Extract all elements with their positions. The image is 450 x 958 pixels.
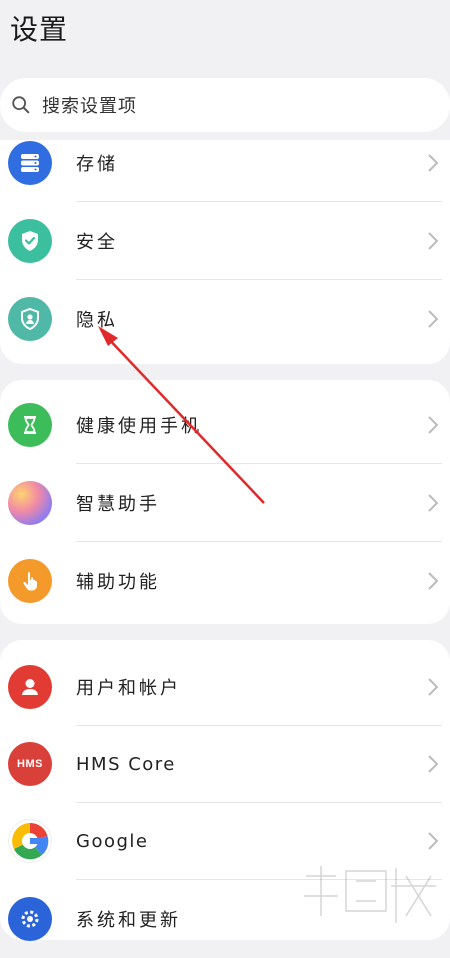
hourglass-icon — [8, 403, 52, 447]
settings-item-users-accounts[interactable]: 用户和帐户 — [0, 648, 450, 726]
settings-item-label: Google — [76, 830, 149, 852]
chevron-right-icon — [428, 416, 439, 434]
chevron-right-icon — [428, 494, 439, 512]
search-icon — [12, 96, 30, 114]
settings-group-2: 健康使用手机 智慧助手 辅助功能 — [0, 380, 450, 624]
settings-item-label: 安全 — [76, 232, 118, 253]
watermark — [304, 866, 436, 923]
settings-item-label: 存储 — [76, 154, 118, 175]
settings-item-label: 隐私 — [76, 310, 118, 331]
hms-badge-text: HMS — [17, 758, 43, 770]
settings-item-hms-core[interactable]: HMS HMS Core — [0, 725, 450, 803]
hms-logo-icon: HMS — [8, 742, 52, 786]
settings-group-1: 存储 安全 隐私 — [0, 140, 450, 364]
search-placeholder: 搜索设置项 — [42, 96, 137, 117]
settings-item-label: HMS Core — [76, 753, 176, 775]
settings-item-label: 智慧助手 — [76, 494, 160, 515]
chevron-right-icon — [428, 755, 439, 773]
settings-item-label: 系统和更新 — [76, 910, 181, 931]
chevron-right-icon — [428, 678, 439, 696]
chevron-right-icon — [428, 310, 439, 328]
page-title: 设置 — [10, 13, 69, 46]
chevron-right-icon — [428, 572, 439, 590]
system-gear-icon — [8, 897, 52, 941]
user-icon — [8, 665, 52, 709]
settings-item-assistant[interactable]: 智慧助手 — [0, 464, 450, 542]
settings-item-accessibility[interactable]: 辅助功能 — [0, 542, 450, 620]
chevron-right-icon — [428, 832, 439, 850]
settings-item-security[interactable]: 安全 — [0, 202, 450, 280]
shield-check-icon — [8, 219, 52, 263]
settings-item-privacy[interactable]: 隐私 — [0, 280, 450, 358]
settings-item-storage[interactable]: 存储 — [0, 124, 450, 202]
google-icon — [8, 819, 52, 863]
settings-item-label: 健康使用手机 — [76, 416, 202, 437]
privacy-shield-icon — [8, 297, 52, 341]
storage-icon — [8, 141, 52, 185]
hand-pointer-icon — [8, 559, 52, 603]
settings-item-label: 用户和帐户 — [76, 678, 181, 699]
settings-item-digital-balance[interactable]: 健康使用手机 — [0, 386, 450, 464]
chevron-right-icon — [428, 154, 439, 172]
assistant-orb-icon — [8, 481, 52, 525]
settings-item-label: 辅助功能 — [76, 572, 160, 593]
chevron-right-icon — [428, 232, 439, 250]
